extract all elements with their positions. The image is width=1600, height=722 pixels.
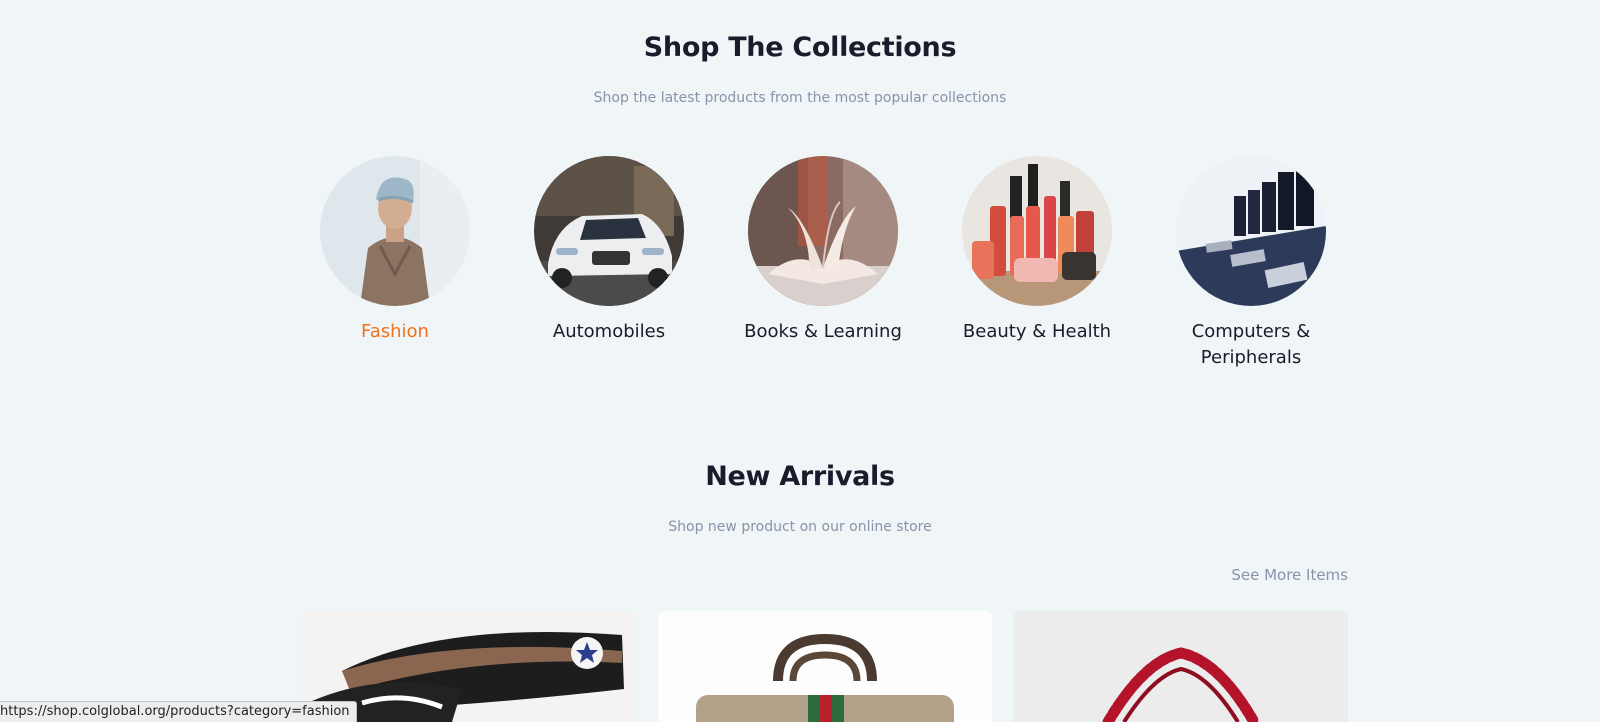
- new-arrivals-subtitle: Shop new product on our online store: [668, 519, 932, 535]
- handbag-image[interactable]: [658, 611, 992, 722]
- collection-item-beauty-health[interactable]: Beauty & Health: [947, 156, 1127, 345]
- computers-peripherals-image[interactable]: [1176, 156, 1326, 306]
- new-arrivals-title: New Arrivals: [705, 461, 895, 492]
- collections-list: Fashion Automobiles Books & Learning Bea…: [300, 156, 1326, 376]
- collections-subtitle: Shop the latest products from the most p…: [593, 90, 1007, 106]
- product-card[interactable]: [1014, 611, 1348, 722]
- collection-label-beauty-health[interactable]: Beauty & Health: [947, 319, 1127, 345]
- collection-label-books-learning[interactable]: Books & Learning: [733, 319, 913, 345]
- see-more-items-link[interactable]: See More Items: [1231, 566, 1348, 584]
- collection-item-fashion[interactable]: Fashion: [305, 156, 485, 345]
- fashion-image[interactable]: [320, 156, 470, 306]
- beauty-health-image[interactable]: [962, 156, 1112, 306]
- collection-label-automobiles[interactable]: Automobiles: [519, 319, 699, 345]
- collections-title: Shop The Collections: [643, 32, 957, 63]
- books-learning-image[interactable]: [748, 156, 898, 306]
- product-card[interactable]: [658, 611, 992, 722]
- collection-label-fashion[interactable]: Fashion: [305, 319, 485, 345]
- collection-item-books-learning[interactable]: Books & Learning: [733, 156, 913, 345]
- collection-item-automobiles[interactable]: Automobiles: [519, 156, 699, 345]
- collection-item-computers-peripherals[interactable]: Computers & Peripherals: [1161, 156, 1341, 371]
- collection-label-computers-peripherals[interactable]: Computers & Peripherals: [1161, 319, 1341, 371]
- automobiles-image[interactable]: [534, 156, 684, 306]
- red-bag-image[interactable]: [1014, 611, 1348, 722]
- browser-status-url: https://shop.colglobal.org/products?cate…: [0, 701, 357, 722]
